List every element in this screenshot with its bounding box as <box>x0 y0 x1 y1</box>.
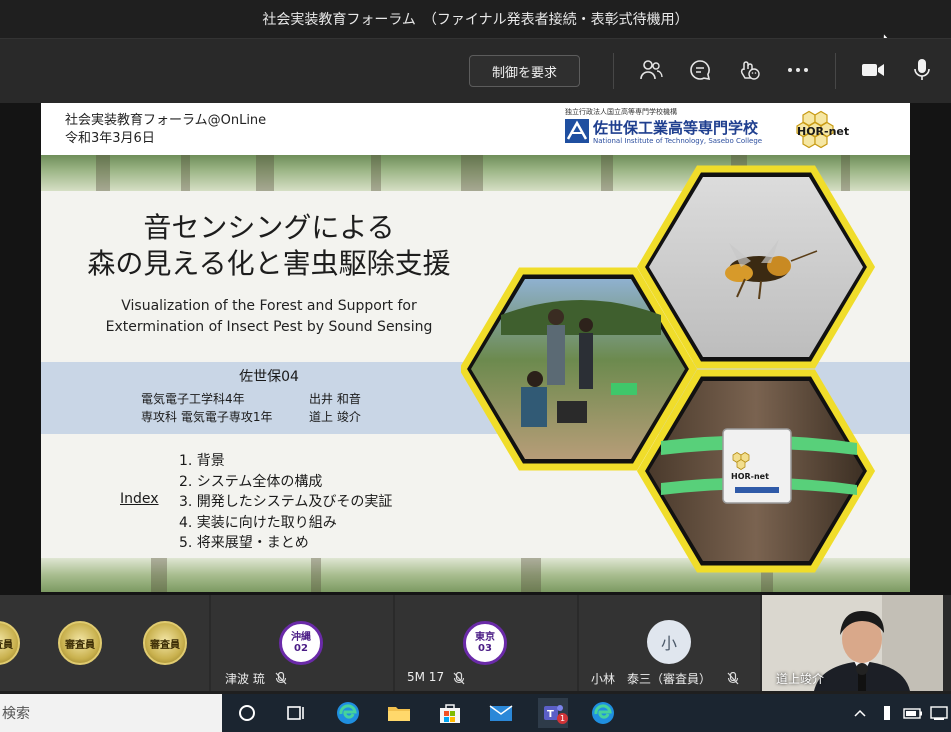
judge-badge: 審査員 <box>0 621 20 665</box>
participant-video-michigami[interactable]: 道上竣介 <box>762 595 943 691</box>
member-affiliations: 電気電子工学科4年 専攻科 電気電子専攻1年 <box>141 390 272 426</box>
task-view-icon[interactable] <box>283 700 309 726</box>
school-logo-icon <box>565 119 589 143</box>
window-title: 社会実装教育フォーラム （ファイナル発表者接続・表彰式待機用） <box>262 12 689 28</box>
index-item: 4. 実装に向けた取り組み <box>179 514 337 531</box>
meeting-toolbar: 制御を要求 <box>0 38 951 103</box>
school-name: 佐世保工業高等専門学校 <box>593 119 759 137</box>
judge-badge: 審査員 <box>58 621 102 665</box>
team-badge-number: 02 <box>294 643 308 654</box>
participant-name: 5M 17 <box>407 670 445 684</box>
member-names: 出井 和音 道上 竣介 <box>309 390 361 426</box>
slide-subtitle-line2: Extermination of Insect Pest by Sound Se… <box>105 319 433 335</box>
participant-name: 津波 琉 <box>225 672 265 686</box>
mic-muted-icon <box>453 672 465 685</box>
toolbar-divider <box>835 53 836 89</box>
member2-affiliation: 専攻科 電気電子専攻1年 <box>141 410 273 424</box>
team-name: 佐世保04 <box>239 369 299 385</box>
slide-subtitle: Visualization of the Forest and Support … <box>41 296 497 338</box>
network-icon[interactable] <box>929 700 949 726</box>
reactions-icon[interactable] <box>736 57 762 83</box>
slide-title-line1: 音センシングによる <box>143 211 395 244</box>
svg-text:T: T <box>547 709 554 720</box>
mic-muted-icon <box>727 672 739 685</box>
request-control-button[interactable]: 制御を要求 <box>469 55 580 87</box>
microsoft-store-icon[interactable] <box>437 700 463 726</box>
participant-tile-kobayashi[interactable]: 小 小林 泰三（審査員） <box>579 595 760 691</box>
hornet-logo: HOR-net <box>796 110 849 149</box>
slide-header: 社会実装教育フォーラム@OnLine 令和3年3月6日 独立行政法人国立高等専門… <box>41 103 910 155</box>
teams-notification-badge: 1 <box>557 713 568 724</box>
chat-icon[interactable] <box>687 57 713 83</box>
team-badge-okinawa: 沖縄 02 <box>279 621 323 665</box>
team-badge-region: 沖縄 <box>291 632 311 643</box>
team-badge-number: 03 <box>478 643 492 654</box>
index-item: 2. システム全体の構成 <box>179 473 323 490</box>
camera-icon[interactable] <box>860 57 886 83</box>
avatar: 小 <box>647 620 691 664</box>
member1-name: 出井 和音 <box>309 392 361 406</box>
participant-tile-tokyo[interactable]: 東京 03 5M 17 <box>395 595 577 691</box>
participant-name: 小林 泰三（審査員） <box>591 672 712 686</box>
index-item: 1. 背景 <box>179 453 225 469</box>
usb-device-icon[interactable] <box>879 700 895 726</box>
mail-icon[interactable] <box>488 700 514 726</box>
file-explorer-icon[interactable] <box>386 700 412 726</box>
judge-badge: 審査員 <box>143 621 187 665</box>
app-window: 社会実装教育フォーラム （ファイナル発表者接続・表彰式待機用） 制御を要求 社会… <box>0 0 951 732</box>
device-logo-text: HOR-net <box>731 472 769 481</box>
battery-icon[interactable] <box>902 700 924 726</box>
slide-title-line2: 森の見える化と害虫駆除支援 <box>87 247 451 280</box>
microphone-icon[interactable] <box>909 57 935 83</box>
team-badge-tokyo: 東京 03 <box>463 621 507 665</box>
os-taskbar: 検索 T 1 <box>0 694 951 732</box>
toolbar-divider <box>613 53 614 89</box>
title-bar: 社会実装教育フォーラム （ファイナル発表者接続・表彰式待機用） <box>0 0 951 48</box>
participant-name: 道上竣介 <box>776 672 825 686</box>
cortana-icon[interactable] <box>234 700 260 726</box>
slide-title: 音センシングによる 森の見える化と害虫駆除支援 <box>41 210 497 282</box>
participant-tile-okinawa[interactable]: 沖縄 02 津波 琉 <box>211 595 393 691</box>
participant-strip: 審査員 審査員 審査員 沖縄 02 津波 琉 東京 03 5M 17 小 小林 … <box>0 595 951 691</box>
show-hidden-icons-chevron-icon[interactable] <box>852 700 868 726</box>
participant-tile-judges[interactable]: 審査員 審査員 審査員 <box>0 595 209 691</box>
mic-muted-icon <box>275 672 287 685</box>
edge-browser-icon[interactable] <box>335 700 361 726</box>
shared-content-stage: 社会実装教育フォーラム@OnLine 令和3年3月6日 独立行政法人国立高等専門… <box>0 103 951 595</box>
people-icon[interactable] <box>638 57 664 83</box>
presentation-slide: 社会実装教育フォーラム@OnLine 令和3年3月6日 独立行政法人国立高等専門… <box>41 103 910 592</box>
more-icon[interactable] <box>785 57 811 83</box>
edge-browser-icon-2[interactable] <box>590 700 616 726</box>
slide-subtitle-line1: Visualization of the Forest and Support … <box>121 298 417 314</box>
index-list: 1. 背景 2. システム全体の構成 3. 開発したシステム及びその実証 4. … <box>179 451 392 554</box>
hornet-logo-text: HOR-net <box>797 125 849 138</box>
team-badge-region: 東京 <box>475 632 495 643</box>
slide-date: 令和3年3月6日 <box>65 131 155 146</box>
member1-affiliation: 電気電子工学科4年 <box>141 392 245 406</box>
school-english-name: National Institute of Technology, Sasebo… <box>593 137 763 145</box>
forum-info: 社会実装教育フォーラム@OnLine 令和3年3月6日 <box>65 112 266 148</box>
index-label: Index <box>120 491 159 507</box>
hexagon-photo-collage: HOR-net <box>461 165 876 573</box>
taskbar-search-placeholder: 検索 <box>2 706 30 722</box>
index-item: 5. 将来展望・まとめ <box>179 535 309 551</box>
teams-app-button[interactable]: T 1 <box>538 698 568 728</box>
forum-name: 社会実装教育フォーラム@OnLine <box>65 113 267 128</box>
taskbar-search-box[interactable]: 検索 <box>0 694 222 732</box>
member2-name: 道上 竣介 <box>309 410 361 424</box>
index-item: 3. 開発したシステム及びその実証 <box>179 494 393 510</box>
school-organization: 独立行政法人国立高等専門学校機構 <box>565 108 677 116</box>
